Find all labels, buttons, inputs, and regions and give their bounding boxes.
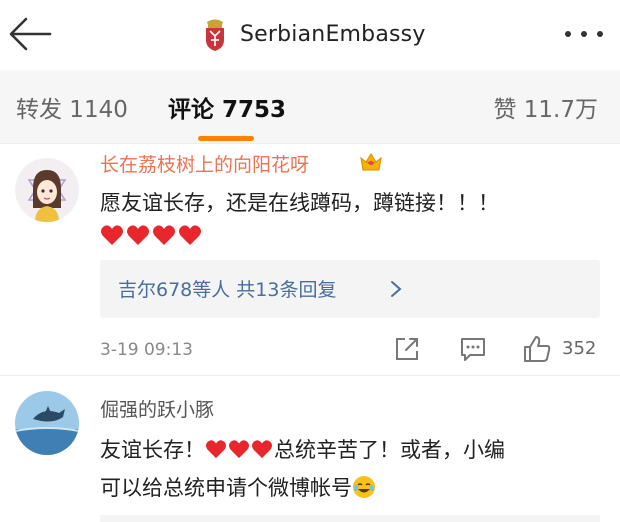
heart-icon bbox=[179, 225, 201, 245]
back-arrow-icon[interactable] bbox=[6, 14, 54, 54]
active-tab-indicator bbox=[198, 136, 254, 141]
account-header[interactable]: SerbianEmbassy bbox=[202, 14, 426, 54]
comment-icon[interactable] bbox=[458, 334, 488, 364]
comment-text-part: 友谊长存！ bbox=[100, 438, 205, 462]
share-icon[interactable] bbox=[392, 334, 422, 364]
comment-text-part: 总统辛苦了！或者，小编 bbox=[274, 438, 505, 462]
comment-text-part: 可以给总统申请个微博帐号 bbox=[100, 476, 352, 500]
heart-emojis bbox=[100, 224, 202, 246]
avatar[interactable] bbox=[15, 391, 79, 455]
tab-reposts[interactable]: 转发 1140 bbox=[16, 90, 128, 124]
account-name: SerbianEmbassy bbox=[240, 21, 426, 47]
tab-bar: 转发 1140 评论 7753 赞 11.7万 bbox=[0, 70, 620, 144]
comment-timestamp: 3-19 09:13 bbox=[100, 340, 193, 360]
serbia-coat-of-arms-icon bbox=[206, 19, 224, 51]
replies-preview[interactable]: 吉尔678等人 共13条回复 bbox=[100, 260, 600, 318]
more-dots-icon[interactable] bbox=[562, 26, 606, 42]
comment-item: 长在荔枝树上的向阳花呀 愿友谊长存，还是在线蹲码，蹲链接！！！ 吉尔678等人 … bbox=[0, 144, 620, 376]
replies-link: 吉尔678等人 共13条回复 bbox=[118, 279, 337, 301]
tab-likes[interactable]: 赞 11.7万 bbox=[493, 90, 598, 124]
heart-icon bbox=[229, 440, 249, 459]
comment-text: 友谊长存！ 总统辛苦了！或者，小编 可以给总统申请个微博帐号 bbox=[100, 431, 505, 507]
comment-text: 愿友谊长存，还是在线蹲码，蹲链接！！！ bbox=[100, 191, 499, 215]
top-bar: SerbianEmbassy bbox=[0, 0, 620, 70]
heart-icon bbox=[101, 225, 123, 245]
heart-icon bbox=[153, 225, 175, 245]
replies-preview[interactable] bbox=[100, 515, 600, 522]
chevron-right-icon bbox=[391, 281, 402, 297]
comment-username[interactable]: 倔强的跃小豚 bbox=[100, 395, 214, 422]
comment-item: 倔强的跃小豚 友谊长存！ 总统辛苦了！或者，小编 可以给总统申请个微博帐号 bbox=[0, 377, 620, 522]
vip-crown-badge-icon bbox=[360, 153, 382, 171]
comment-username[interactable]: 长在荔枝树上的向阳花呀 bbox=[100, 150, 309, 177]
laugh-cry-emoji-icon bbox=[353, 476, 375, 498]
heart-icon bbox=[252, 440, 272, 459]
like-thumb-icon[interactable] bbox=[522, 334, 552, 364]
tab-comments[interactable]: 评论 7753 bbox=[168, 90, 286, 124]
avatar[interactable] bbox=[15, 158, 79, 222]
heart-icon bbox=[206, 440, 226, 459]
heart-icon bbox=[127, 225, 149, 245]
like-count: 352 bbox=[562, 338, 597, 359]
